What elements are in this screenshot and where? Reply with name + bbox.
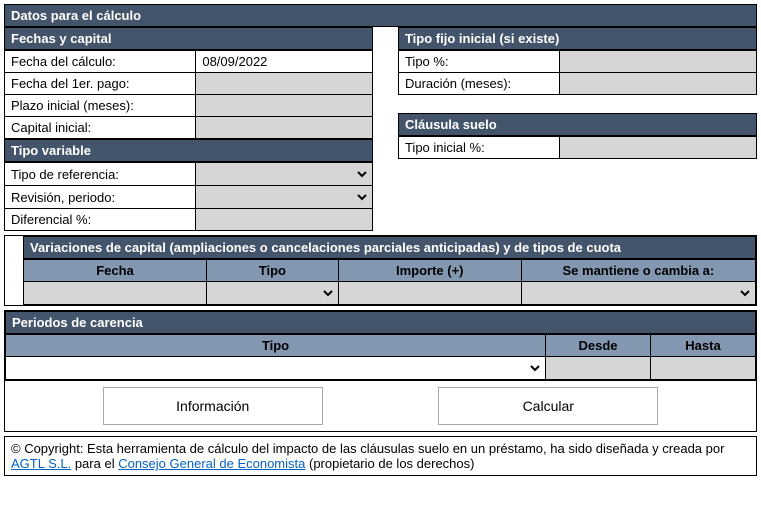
var-col-importe: Importe (+) <box>338 260 521 282</box>
footer-pre: © Copyright: Esta herramienta de cálculo… <box>11 441 724 456</box>
carencia-table: Tipo Desde Hasta <box>5 334 756 380</box>
var-col-tipo: Tipo <box>207 260 339 282</box>
diferencial-value[interactable] <box>196 209 373 231</box>
var-importe-input[interactable] <box>338 282 521 305</box>
var-col-fecha: Fecha <box>24 260 207 282</box>
fechas-table: Fecha del cálculo: 08/09/2022 Fecha del … <box>4 50 373 139</box>
car-tipo-cell[interactable] <box>6 357 546 380</box>
link-consejo[interactable]: Consejo General de Economista <box>118 456 305 471</box>
informacion-button[interactable]: Información <box>103 387 323 425</box>
main-title: Datos para el cálculo <box>4 4 757 27</box>
tipo-fijo-header: Tipo fijo inicial (si existe) <box>398 27 757 50</box>
revision-label: Revisión, periodo: <box>5 186 196 209</box>
table-row <box>24 282 756 305</box>
calcular-button[interactable]: Calcular <box>438 387 658 425</box>
fecha-1er-pago-value[interactable] <box>196 73 373 95</box>
tipo-inicial-value[interactable] <box>560 137 757 159</box>
tipo-variable-table: Tipo de referencia: Revisión, periodo: D… <box>4 162 373 231</box>
fecha-1er-pago-label: Fecha del 1er. pago: <box>5 73 196 95</box>
fecha-calculo-value[interactable]: 08/09/2022 <box>196 51 373 73</box>
tipo-variable-header: Tipo variable <box>4 139 373 162</box>
clausula-header: Cláusula suelo <box>398 113 757 136</box>
tipo-pct-label: Tipo %: <box>398 51 559 73</box>
fechas-header: Fechas y capital <box>4 27 373 50</box>
var-mantiene-cell[interactable] <box>521 282 755 305</box>
car-col-tipo: Tipo <box>6 335 546 357</box>
var-tipo-cell[interactable] <box>207 282 339 305</box>
revision-cell[interactable] <box>196 186 373 209</box>
var-mantiene-select[interactable] <box>524 283 753 303</box>
car-col-desde: Desde <box>546 335 651 357</box>
carencia-header: Periodos de carencia <box>5 311 756 334</box>
tipo-inicial-label: Tipo inicial %: <box>398 137 559 159</box>
variaciones-header: Variaciones de capital (ampliaciones o c… <box>23 236 756 259</box>
car-desde-input[interactable] <box>546 357 651 380</box>
footer-post: (propietario de los derechos) <box>305 456 474 471</box>
diferencial-label: Diferencial %: <box>5 209 196 231</box>
car-col-hasta: Hasta <box>651 335 756 357</box>
fecha-calculo-label: Fecha del cálculo: <box>5 51 196 73</box>
tipo-fijo-table: Tipo %: Duración (meses): <box>398 50 757 95</box>
tipo-ref-select[interactable] <box>198 164 370 184</box>
revision-select[interactable] <box>198 187 370 207</box>
var-col-mantiene: Se mantiene o cambia a: <box>521 260 755 282</box>
duracion-value[interactable] <box>560 73 757 95</box>
clausula-table: Tipo inicial %: <box>398 136 757 159</box>
copyright-footer: © Copyright: Esta herramienta de cálculo… <box>4 436 757 476</box>
tipo-pct-value[interactable] <box>560 51 757 73</box>
link-agtl[interactable]: AGTL S.L. <box>11 456 71 471</box>
tipo-ref-label: Tipo de referencia: <box>5 163 196 186</box>
capital-label: Capital inicial: <box>5 117 196 139</box>
plazo-label: Plazo inicial (meses): <box>5 95 196 117</box>
car-hasta-input[interactable] <box>651 357 756 380</box>
table-row <box>6 357 756 380</box>
car-tipo-select[interactable] <box>8 358 543 378</box>
capital-value[interactable] <box>196 117 373 139</box>
variaciones-table: Fecha Tipo Importe (+) Se mantiene o cam… <box>23 259 756 305</box>
footer-mid: para el <box>71 456 118 471</box>
tipo-ref-cell[interactable] <box>196 163 373 186</box>
var-tipo-select[interactable] <box>209 283 336 303</box>
plazo-value[interactable] <box>196 95 373 117</box>
duracion-label: Duración (meses): <box>398 73 559 95</box>
var-fecha-input[interactable] <box>24 282 207 305</box>
